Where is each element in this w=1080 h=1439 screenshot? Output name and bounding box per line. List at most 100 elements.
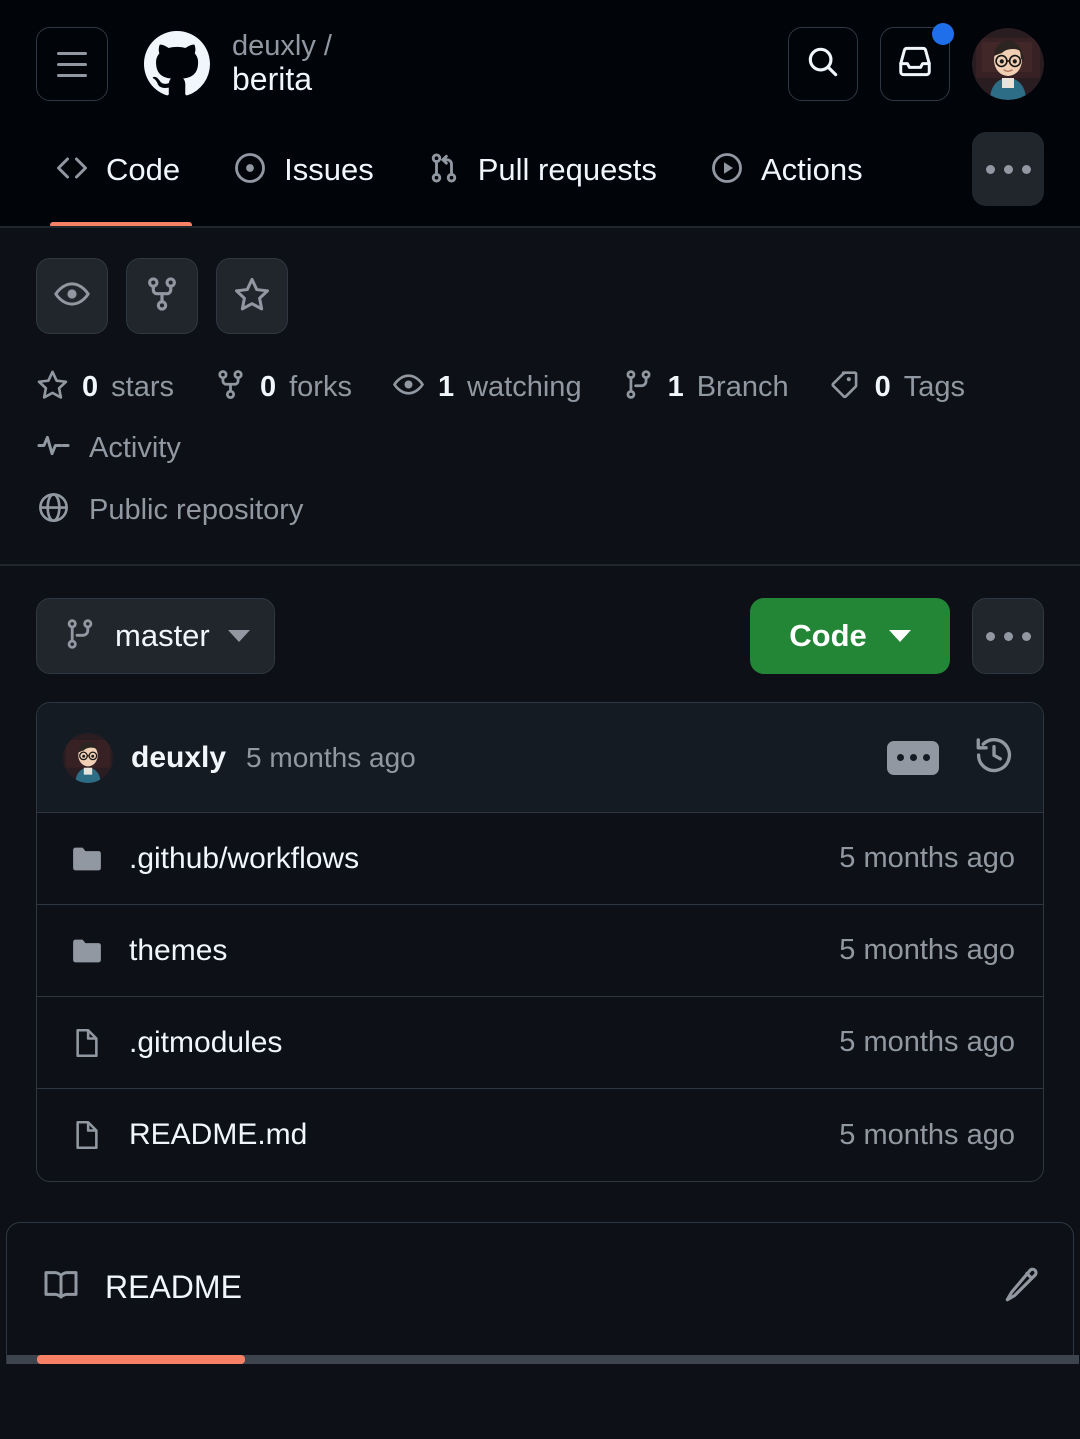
- stat-watching-count: 1: [437, 370, 455, 403]
- commit-message-toggle-button[interactable]: [887, 740, 939, 775]
- branch-selector[interactable]: master: [36, 598, 275, 674]
- hamburger-menu-icon: [57, 51, 87, 77]
- repo-forked-icon: [143, 275, 181, 318]
- table-row[interactable]: themes 5 months ago: [37, 905, 1043, 997]
- readme-edit-button[interactable]: [1001, 1264, 1043, 1311]
- file-commit-time: 5 months ago: [839, 1118, 1015, 1151]
- tab-pull-requests-label: Pull requests: [477, 152, 657, 187]
- file-icon: [67, 1026, 107, 1060]
- star-button[interactable]: [216, 258, 288, 334]
- stat-forks-label: forks: [289, 370, 352, 403]
- tab-issues-label: Issues: [284, 152, 374, 187]
- activity-row[interactable]: Activity: [36, 428, 1044, 468]
- commit-author-name[interactable]: deuxly: [131, 741, 226, 775]
- file-name-link[interactable]: .gitmodules: [129, 1026, 282, 1060]
- globe-icon: [36, 490, 71, 530]
- branch-and-code-bar: master Code: [0, 566, 1080, 702]
- table-row[interactable]: .gitmodules 5 months ago: [37, 997, 1043, 1089]
- breadcrumb-repo[interactable]: berita: [232, 62, 788, 97]
- file-commit-time: 5 months ago: [839, 1026, 1015, 1058]
- stat-branches-label: Branch: [696, 370, 789, 403]
- file-commit-time: 5 months ago: [839, 934, 1015, 966]
- repo-forked-icon: [214, 368, 247, 406]
- search-icon: [804, 43, 842, 86]
- git-branch-icon: [622, 368, 655, 406]
- notifications-button[interactable]: [880, 23, 954, 101]
- github-logo-icon[interactable]: [144, 31, 210, 97]
- stat-watching-label: watching: [467, 370, 582, 403]
- star-icon: [233, 275, 271, 318]
- file-directory-icon: [67, 934, 107, 968]
- header-actions: [788, 23, 1044, 101]
- hamburger-menu-button[interactable]: [36, 27, 108, 101]
- table-row[interactable]: .github/workflows 5 months ago: [37, 813, 1043, 905]
- file-icon: [67, 1118, 107, 1152]
- tag-icon: [829, 368, 862, 406]
- inbox-icon: [896, 43, 934, 86]
- code-icon: [54, 150, 90, 191]
- visibility-label: Public repository: [89, 493, 304, 526]
- fork-button[interactable]: [126, 258, 198, 334]
- nav-more-button[interactable]: [972, 132, 1044, 206]
- eye-icon: [392, 368, 425, 406]
- activity-label: Activity: [89, 431, 181, 464]
- file-list-card: deuxly 5 months ago .github/workflows 5 …: [36, 702, 1044, 1182]
- notification-badge-dot: [932, 23, 954, 45]
- stat-branches-count: 1: [667, 370, 684, 403]
- code-button[interactable]: Code: [750, 598, 950, 674]
- visibility-row: Public repository: [36, 490, 1044, 530]
- readme-header: README: [7, 1223, 1073, 1351]
- pulse-icon: [36, 428, 71, 468]
- readme-label: README: [105, 1268, 242, 1305]
- nav-baseline-divider: [0, 226, 1080, 228]
- branch-name-label: master: [115, 618, 210, 653]
- user-avatar: [972, 28, 1044, 100]
- table-row[interactable]: README.md 5 months ago: [37, 1089, 1043, 1181]
- tab-actions[interactable]: Actions: [683, 128, 889, 212]
- stat-tags-label: Tags: [903, 370, 966, 403]
- star-icon: [36, 368, 69, 406]
- tab-issues[interactable]: Issues: [206, 128, 400, 212]
- repo-more-options-button[interactable]: [972, 598, 1044, 674]
- readme-tab-scrollbar[interactable]: [7, 1355, 1079, 1364]
- chevron-down-icon: [888, 630, 911, 642]
- chevron-down-icon: [227, 630, 250, 642]
- repo-nav-tabs: Code Issues Pull requests Actions: [0, 128, 1080, 228]
- book-icon: [41, 1265, 81, 1310]
- play-icon: [709, 150, 745, 191]
- stat-forks[interactable]: 0 forks: [214, 368, 352, 406]
- search-button[interactable]: [788, 27, 858, 101]
- git-pull-request-icon: [426, 150, 462, 191]
- stat-stars-label: stars: [111, 370, 174, 403]
- avatar[interactable]: [972, 28, 1044, 100]
- code-button-label: Code: [789, 618, 867, 653]
- app-header: deuxly / berita: [0, 0, 1080, 128]
- file-name-link[interactable]: .github/workflows: [129, 842, 359, 876]
- user-avatar: [63, 732, 113, 783]
- stat-stars-count: 0: [82, 370, 99, 403]
- stat-stars[interactable]: 0 stars: [36, 368, 174, 406]
- stat-branches[interactable]: 1 Branch: [622, 368, 789, 406]
- git-branch-icon: [63, 617, 97, 656]
- watch-button[interactable]: [36, 258, 108, 334]
- commit-author-avatar[interactable]: [63, 732, 113, 783]
- stat-watching[interactable]: 1 watching: [392, 368, 582, 406]
- file-directory-icon: [67, 842, 107, 876]
- breadcrumb-owner[interactable]: deuxly /: [232, 30, 788, 62]
- tab-pull-requests[interactable]: Pull requests: [400, 128, 683, 212]
- eye-icon: [53, 275, 91, 318]
- tab-code-label: Code: [106, 152, 181, 187]
- repo-stats-row: 0 stars 0 forks 1 watching 1 Branch 0 Ta…: [36, 368, 1044, 406]
- breadcrumb[interactable]: deuxly / berita: [232, 30, 788, 97]
- file-commit-time: 5 months ago: [839, 842, 1015, 874]
- file-name-link[interactable]: themes: [129, 934, 227, 968]
- repo-stats-section: 0 stars 0 forks 1 watching 1 Branch 0 Ta…: [0, 228, 1080, 566]
- commit-history-button[interactable]: [973, 734, 1015, 781]
- latest-commit-row[interactable]: deuxly 5 months ago: [37, 703, 1043, 813]
- issue-opened-icon: [232, 150, 268, 191]
- tab-code[interactable]: Code: [36, 128, 206, 228]
- tab-actions-label: Actions: [760, 152, 863, 187]
- file-name-link[interactable]: README.md: [129, 1118, 307, 1152]
- stat-tags[interactable]: 0 Tags: [829, 368, 965, 406]
- readme-scrollbar-thumb[interactable]: [37, 1355, 245, 1364]
